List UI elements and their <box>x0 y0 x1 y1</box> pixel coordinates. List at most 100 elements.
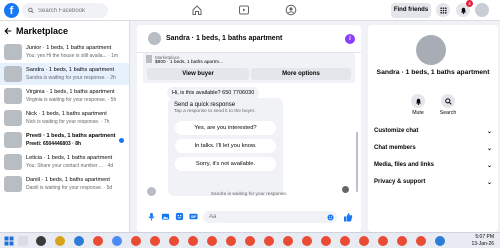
taskbar-app-icon[interactable] <box>169 236 179 246</box>
conversation-item[interactable]: Leticia · 1 beds, 1 baths apartment You: … <box>0 151 129 173</box>
message-input[interactable] <box>209 214 319 220</box>
quick-response-yes[interactable]: Yes, are you interested? <box>175 121 276 135</box>
windows-start-icon[interactable] <box>4 236 14 246</box>
waiting-status: Sandra is waiting for your response. <box>210 192 288 197</box>
conversation-item[interactable]: Nick · 1 beds, 1 baths apartment Nick is … <box>0 107 129 129</box>
chat-title[interactable]: Sandra · 1 beds, 1 baths apartment <box>166 35 282 42</box>
chat-details-panel: Sandra · 1 beds, 1 baths apartment Mute … <box>368 25 498 232</box>
notifications-button[interactable]: 4 <box>456 0 473 17</box>
conversation-item[interactable]: Virginia · 1 beds, 1 baths apartment Virg… <box>0 85 129 107</box>
taskbar-app-icon[interactable] <box>359 236 369 246</box>
clock-time: 5:07 PM <box>475 234 494 240</box>
taskbar-clock[interactable]: 5:07 PM 13-Jan-26 <box>471 234 494 248</box>
search-box[interactable] <box>22 3 108 18</box>
bell-icon <box>460 7 466 14</box>
conversation-preview: Sandra is waiting for your response. · 2… <box>26 75 116 81</box>
details-avatar[interactable] <box>416 35 446 65</box>
sticker-icon[interactable] <box>175 212 184 221</box>
customize-chat-row[interactable]: Customize chat ⌄ <box>374 128 492 135</box>
taskbar-app-icon[interactable] <box>55 236 65 246</box>
conversation-item[interactable]: Preeti · 1 beds, 1 baths apartment Preeti… <box>0 129 129 151</box>
quick-response-subtitle: Tap a response to send it to the buyer. <box>174 109 256 114</box>
taskbar-app-icon[interactable] <box>264 236 274 246</box>
conversation-item[interactable]: Daniil · 1 beds, 1 baths apartment Daniil… <box>0 173 129 195</box>
taskbar-app-icon[interactable] <box>340 236 350 246</box>
conversation-preview: You: Share your contact number ... · 4d <box>26 163 114 169</box>
profile-avatar[interactable] <box>475 3 489 17</box>
back-arrow-icon[interactable] <box>4 27 12 35</box>
message-scrollbar[interactable] <box>356 132 358 192</box>
taskbar-app-icon[interactable] <box>74 236 84 246</box>
media-files-row[interactable]: Media, files and links ⌄ <box>374 162 492 169</box>
chat-avatar[interactable] <box>148 32 161 45</box>
top-bar: f Find friends 4 <box>0 0 500 21</box>
quick-response-in-talks[interactable]: In talks. I'll let you know. <box>175 139 276 153</box>
taskbar-app-icon[interactable] <box>321 236 331 246</box>
message-input-box[interactable] <box>203 211 337 223</box>
taskbar-app-icon[interactable] <box>150 236 160 246</box>
mute-action[interactable]: Mute <box>403 94 433 116</box>
svg-text:GIF: GIF <box>191 215 196 219</box>
conversation-title: Virginia · 1 beds, 1 baths apartment <box>26 89 115 95</box>
taskbar-app-icon[interactable] <box>207 236 217 246</box>
privacy-support-row[interactable]: Privacy & support ⌄ <box>374 179 492 186</box>
chat-header: Sandra · 1 beds, 1 baths apartment i <box>137 25 361 53</box>
find-friends-button[interactable]: Find friends <box>391 3 431 18</box>
facebook-logo[interactable]: f <box>4 3 19 18</box>
microphone-icon[interactable] <box>147 212 156 221</box>
like-icon[interactable] <box>343 212 353 222</box>
mute-label: Mute <box>412 110 424 116</box>
conversation-title: Junior · 1 beds, 1 baths apartment <box>26 45 112 51</box>
taskbar: 5:07 PM 13-Jan-26 <box>0 232 500 248</box>
taskbar-app-icon[interactable] <box>93 236 103 246</box>
listing-thumbnail <box>4 154 22 170</box>
listing-thumbnail <box>4 88 22 104</box>
menu-button[interactable] <box>436 3 450 17</box>
conversation-preview: You: yes Hi the house is still availa...… <box>26 53 119 59</box>
photo-icon[interactable] <box>161 212 170 221</box>
taskbar-app-icon[interactable] <box>416 236 426 246</box>
taskbar-app-icon[interactable] <box>112 236 122 246</box>
taskbar-app-icon[interactable] <box>188 236 198 246</box>
taskbar-app-icon[interactable] <box>226 236 236 246</box>
view-buyer-button[interactable]: View buyer <box>147 68 249 80</box>
search-input[interactable] <box>38 7 108 14</box>
search-taskbar-icon[interactable] <box>18 236 28 246</box>
taskbar-app-icon[interactable] <box>397 236 407 246</box>
taskbar-app-icon[interactable] <box>245 236 255 246</box>
sidebar-header: Marketplace <box>0 21 129 41</box>
listing-thumbnail[interactable] <box>146 55 152 63</box>
emoji-icon[interactable] <box>327 213 334 221</box>
chat-members-row[interactable]: Chat members ⌄ <box>374 145 492 152</box>
taskbar-app-icon[interactable] <box>302 236 312 246</box>
chat-panel: Sandra · 1 beds, 1 baths apartment i Mar… <box>137 25 361 232</box>
video-icon[interactable] <box>238 4 250 16</box>
taskbar-app-icon[interactable] <box>378 236 388 246</box>
quick-response-sorry[interactable]: Sorry, it's not available. <box>175 157 276 171</box>
search-icon <box>444 97 452 105</box>
taskbar-app-icon[interactable] <box>131 236 141 246</box>
listing-card: Marketplace $800 · 1 beds, 1 baths apart… <box>143 53 355 83</box>
more-options-button[interactable]: More options <box>251 68 351 80</box>
groups-icon[interactable] <box>285 4 297 16</box>
quick-response-card: Send a quick response Tap a response to … <box>168 98 283 196</box>
listing-thumbnail <box>4 44 22 60</box>
clock-date: 13-Jan-26 <box>471 241 494 247</box>
taskbar-app-icon[interactable] <box>283 236 293 246</box>
taskbar-app-icon[interactable] <box>435 236 445 246</box>
taskbar-app-icon[interactable] <box>36 236 46 246</box>
conversation-item[interactable]: Junior · 1 beds, 1 baths apartment You: y… <box>0 41 129 63</box>
conversation-title: Preeti · 1 beds, 1 baths apartment <box>26 133 116 139</box>
search-icon <box>28 7 34 14</box>
chevron-down-icon: ⌄ <box>486 129 492 135</box>
listing-detail[interactable]: $800 · 1 beds, 1 baths apartm... <box>155 60 223 65</box>
gif-icon[interactable]: GIF <box>189 212 198 221</box>
chat-info-icon[interactable]: i <box>345 34 355 44</box>
message-composer: GIF <box>137 205 361 231</box>
quick-response-title: Send a quick response <box>174 102 236 108</box>
conversation-item[interactable]: Sandra · 1 beds, 1 baths apartment Sandra… <box>0 63 129 85</box>
conversation-list: Junior · 1 beds, 1 baths apartment You: y… <box>0 41 129 195</box>
conversation-title: Daniil · 1 beds, 1 baths apartment <box>26 177 110 183</box>
home-icon[interactable] <box>191 4 203 16</box>
search-action[interactable]: Search <box>433 94 463 116</box>
